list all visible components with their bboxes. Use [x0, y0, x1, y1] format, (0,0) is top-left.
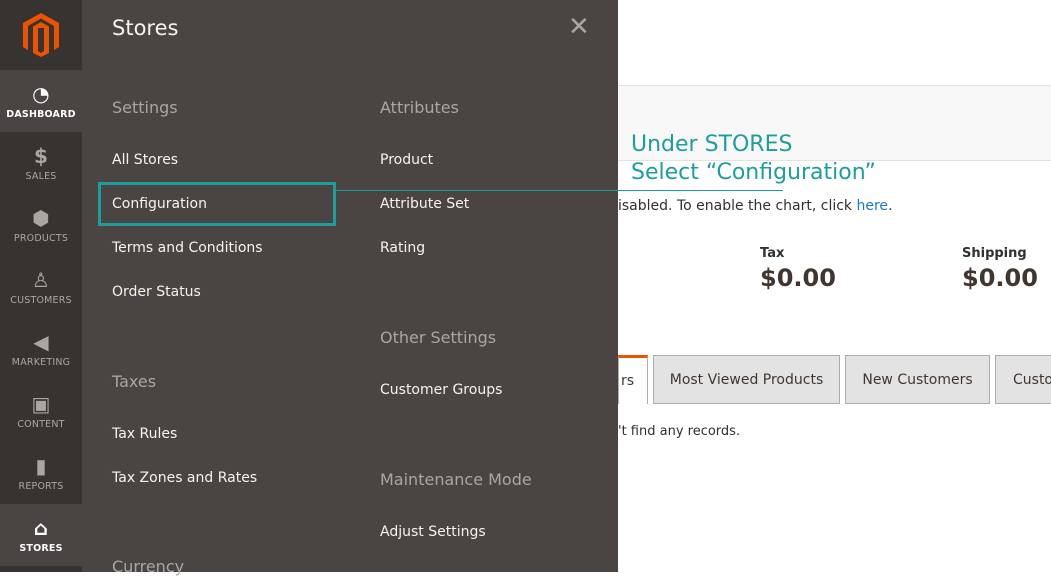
- annotation-line-2: Select “Configuration”: [631, 160, 876, 185]
- stores-menu-panel: Stores ✕ Settings All Stores Configurati…: [82, 0, 618, 576]
- sidebar-item-label: SALES: [25, 170, 57, 182]
- tax-value: $0.00: [760, 264, 836, 292]
- sidebar-item-label: PRODUCTS: [13, 232, 69, 244]
- section-taxes: Taxes: [112, 372, 157, 391]
- sidebar-item-label: CONTENT: [17, 418, 65, 430]
- menu-rating[interactable]: Rating: [380, 240, 425, 256]
- sidebar-item-reports[interactable]: ▮ REPORTS: [0, 442, 82, 504]
- magento-logo[interactable]: [0, 0, 82, 70]
- magento-logo-icon: [23, 13, 59, 57]
- no-records-message: 't find any records.: [618, 424, 741, 439]
- chart-message-end: .: [888, 198, 893, 214]
- menu-order-status[interactable]: Order Status: [112, 284, 201, 300]
- dashboard-icon: ◔: [32, 81, 50, 106]
- menu-all-stores[interactable]: All Stores: [112, 152, 178, 168]
- enable-chart-link[interactable]: here: [857, 198, 889, 214]
- admin-sidebar: ◔ DASHBOARD $ SALES ⬢ PRODUCTS ♙ CUSTOMERS ◀…: [0, 0, 82, 572]
- sidebar-item-stores[interactable]: ⌂ STORES: [0, 504, 82, 566]
- tab-most-viewed-products[interactable]: Most Viewed Products: [653, 355, 840, 404]
- tab-customers-more[interactable]: Custo: [995, 355, 1051, 404]
- menu-attribute-set[interactable]: Attribute Set: [380, 196, 469, 212]
- tax-label: Tax: [760, 246, 785, 261]
- section-attributes: Attributes: [380, 98, 459, 117]
- dashboard-main: Under STORES Select “Configuration” isab…: [618, 0, 1051, 572]
- panel-title: Stores: [112, 16, 179, 40]
- bar-chart-icon: ▮: [35, 453, 47, 478]
- section-currency: Currency: [112, 557, 185, 576]
- section-other-settings: Other Settings: [380, 328, 497, 347]
- menu-terms-and-conditions[interactable]: Terms and Conditions: [112, 240, 263, 256]
- sidebar-item-label: DASHBOARD: [6, 108, 76, 120]
- dollar-icon: $: [33, 143, 49, 168]
- menu-tax-rules[interactable]: Tax Rules: [112, 426, 177, 442]
- chart-message-text: isabled. To enable the chart, click: [618, 198, 857, 214]
- sidebar-item-label: REPORTS: [18, 480, 64, 492]
- sidebar-item-customers[interactable]: ♙ CUSTOMERS: [0, 256, 82, 318]
- sidebar-item-label: STORES: [19, 542, 63, 554]
- menu-tax-zones[interactable]: Tax Zones and Rates: [112, 470, 257, 486]
- shipping-label: Shipping: [962, 246, 1027, 261]
- person-icon: ♙: [31, 267, 51, 292]
- box-icon: ⬢: [32, 205, 50, 230]
- menu-configuration[interactable]: Configuration: [112, 196, 207, 212]
- sidebar-item-label: MARKETING: [11, 356, 71, 368]
- sidebar-item-label: CUSTOMERS: [10, 294, 72, 306]
- menu-product[interactable]: Product: [380, 152, 433, 168]
- storefront-icon: ⌂: [33, 515, 49, 540]
- sidebar-item-dashboard[interactable]: ◔ DASHBOARD: [0, 70, 82, 132]
- tab-new-customers[interactable]: New Customers: [845, 355, 990, 404]
- sidebar-item-products[interactable]: ⬢ PRODUCTS: [0, 194, 82, 256]
- sidebar-item-content[interactable]: ▣ CONTENT: [0, 380, 82, 442]
- section-maintenance: Maintenance Mode: [380, 470, 532, 489]
- annotation-underline: [335, 190, 783, 191]
- layout-icon: ▣: [31, 391, 51, 416]
- menu-adjust-settings[interactable]: Adjust Settings: [380, 524, 486, 540]
- megaphone-icon: ◀: [33, 329, 49, 354]
- tab-customers[interactable]: rs: [618, 355, 648, 404]
- menu-customer-groups[interactable]: Customer Groups: [380, 382, 502, 398]
- annotation-line-1: Under STORES: [631, 132, 793, 157]
- sidebar-item-sales[interactable]: $ SALES: [0, 132, 82, 194]
- shipping-value: $0.00: [962, 264, 1038, 292]
- sidebar-item-marketing[interactable]: ◀ MARKETING: [0, 318, 82, 380]
- chart-disabled-message: isabled. To enable the chart, click here…: [618, 198, 893, 214]
- close-icon[interactable]: ✕: [568, 12, 590, 42]
- section-settings: Settings: [112, 98, 178, 117]
